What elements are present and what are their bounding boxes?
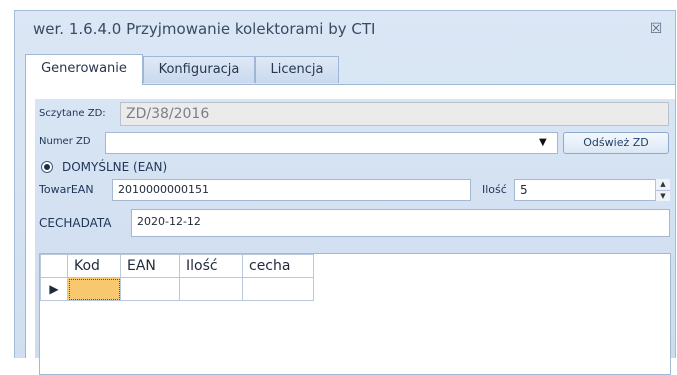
column-header-kod[interactable]: Kod bbox=[67, 254, 121, 278]
data-grid: Kod EAN Ilość cecha ▶ bbox=[39, 253, 671, 375]
cell-ilosc[interactable] bbox=[179, 277, 243, 301]
default-ean-radio[interactable] bbox=[41, 161, 53, 173]
scanned-zd-field: ZD/38/2016 bbox=[120, 102, 669, 126]
generation-form: Sczytane ZD: ZD/38/2016 Numer ZD ▼ Odświ… bbox=[35, 99, 675, 375]
quantity-label: Ilość bbox=[482, 183, 507, 196]
quantity-stepper[interactable]: 5 bbox=[514, 179, 670, 201]
tab-licencja[interactable]: Licencja bbox=[255, 56, 339, 83]
tab-panel-generowanie: Sczytane ZD: ZD/38/2016 Numer ZD ▼ Odświ… bbox=[25, 84, 675, 375]
default-ean-label: DOMYŚLNE (EAN) bbox=[62, 160, 168, 174]
cell-ean[interactable] bbox=[120, 277, 180, 301]
number-zd-input[interactable] bbox=[105, 132, 558, 154]
grid-header-row: Kod EAN Ilość cecha bbox=[40, 254, 314, 278]
number-zd-label: Numer ZD bbox=[39, 136, 91, 147]
dialog-window: wer. 1.6.4.0 Przyjmowanie kolektorami by… bbox=[14, 10, 676, 375]
window-title: wer. 1.6.4.0 Przyjmowanie kolektorami by… bbox=[33, 20, 376, 38]
row-indicator-icon: ▶ bbox=[40, 277, 68, 301]
refresh-zd-button[interactable]: Odśwież ZD bbox=[563, 132, 669, 154]
tab-konfiguracja[interactable]: Konfiguracja bbox=[143, 56, 255, 83]
spin-buttons[interactable]: ▲ ▼ bbox=[655, 179, 670, 201]
tab-generowanie[interactable]: Generowanie bbox=[25, 54, 143, 85]
column-header-ean[interactable]: EAN bbox=[120, 254, 180, 278]
column-header-ilosc[interactable]: Ilość bbox=[179, 254, 243, 278]
close-icon[interactable]: ☒ bbox=[647, 21, 665, 37]
cecha-data-label: CECHADATA bbox=[39, 216, 112, 230]
cell-kod[interactable] bbox=[67, 277, 121, 301]
grid-table: Kod EAN Ilość cecha ▶ bbox=[40, 254, 314, 301]
cell-cecha[interactable] bbox=[242, 277, 314, 301]
column-header-cecha[interactable]: cecha bbox=[242, 254, 314, 278]
table-row[interactable]: ▶ bbox=[40, 277, 314, 301]
spin-down-icon[interactable]: ▼ bbox=[656, 190, 670, 202]
title-bar: wer. 1.6.4.0 Przyjmowanie kolektorami by… bbox=[15, 11, 675, 47]
row-header-corner bbox=[40, 254, 68, 278]
scanned-zd-label: Sczytane ZD: bbox=[39, 108, 106, 119]
spin-up-icon[interactable]: ▲ bbox=[656, 179, 670, 190]
towar-ean-label: TowarEAN bbox=[39, 183, 94, 196]
towar-ean-input[interactable]: 2010000000151 bbox=[112, 179, 471, 201]
chevron-down-icon[interactable]: ▼ bbox=[539, 137, 547, 148]
cecha-data-input[interactable]: 2020-12-12 bbox=[131, 209, 670, 237]
